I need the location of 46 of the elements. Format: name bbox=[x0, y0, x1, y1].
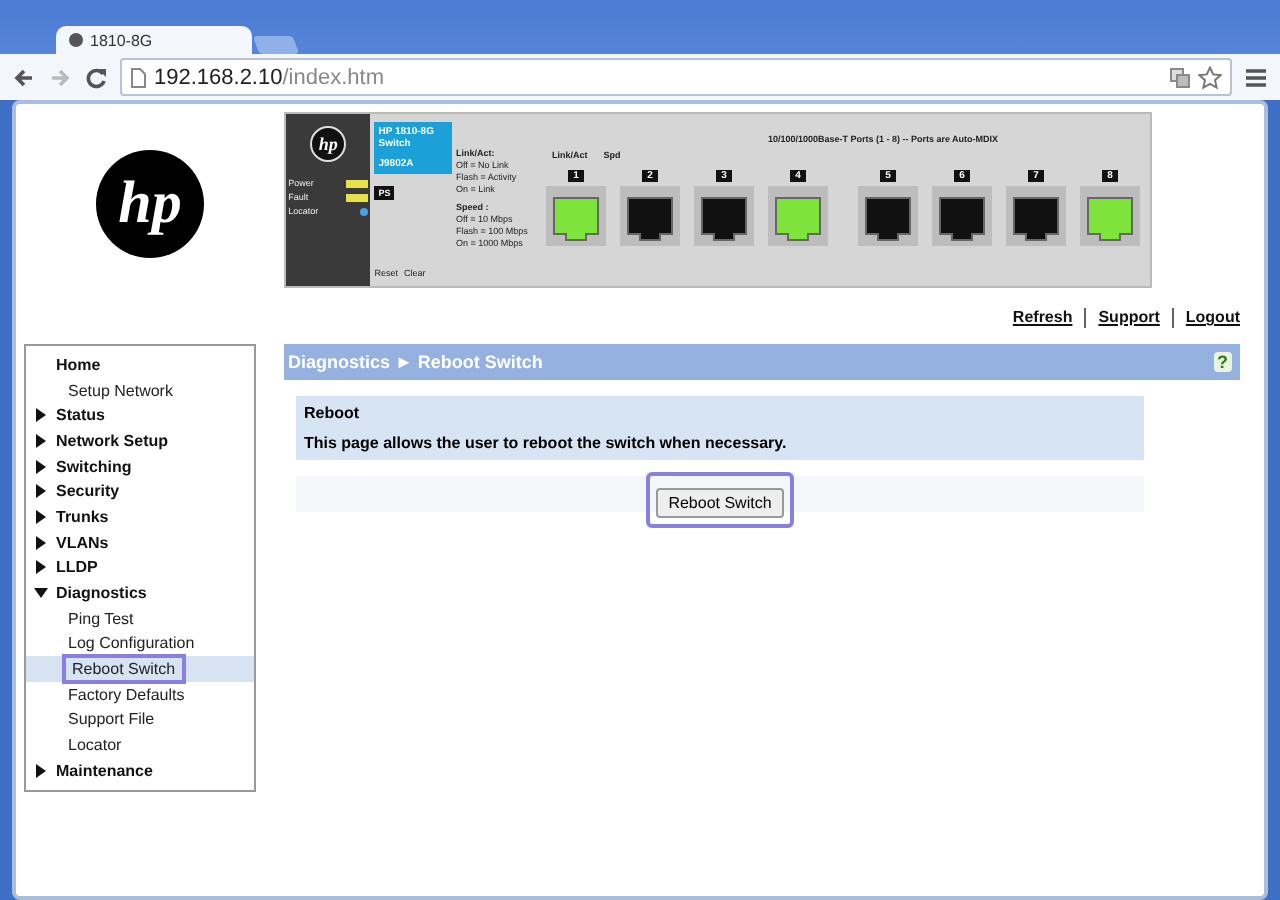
browser-tab[interactable]: 1810-8G bbox=[56, 26, 252, 54]
menu-item[interactable]: Ping Test bbox=[26, 605, 254, 632]
collapsed-arrow-icon[interactable] bbox=[34, 560, 48, 575]
menu-section[interactable]: Maintenance bbox=[56, 761, 153, 780]
back-icon[interactable] bbox=[12, 65, 36, 89]
collapsed-arrow-icon[interactable] bbox=[34, 433, 48, 448]
breadcrumb: Diagnostics ► Reboot Switch bbox=[288, 352, 543, 372]
menu-item[interactable]: Setup Network bbox=[26, 377, 254, 403]
menu-section[interactable]: Switching bbox=[56, 457, 132, 476]
menu-section[interactable]: LLDP bbox=[56, 558, 98, 577]
help-icon[interactable]: ? bbox=[1213, 352, 1232, 372]
hp-logo: hp bbox=[96, 150, 204, 258]
menu-section[interactable]: Diagnostics bbox=[56, 584, 147, 603]
menu-section[interactable]: Status bbox=[56, 406, 105, 425]
menu-item[interactable]: Locator bbox=[26, 732, 254, 758]
translate-icon[interactable] bbox=[1170, 67, 1190, 87]
url-host: 192.168.2.10 bbox=[154, 65, 283, 89]
menu-section[interactable]: Home bbox=[56, 355, 101, 374]
reboot-button[interactable]: Reboot Switch bbox=[656, 488, 784, 518]
menu-item[interactable]: Support File bbox=[26, 707, 254, 733]
address-bar[interactable]: 192.168.2.10/index.htm bbox=[120, 58, 1232, 96]
menu-section[interactable]: Network Setup bbox=[56, 431, 169, 450]
menu-section[interactable]: VLANs bbox=[56, 533, 109, 552]
collapsed-arrow-icon[interactable] bbox=[34, 509, 48, 524]
url-path: /index.htm bbox=[282, 65, 384, 89]
star-icon[interactable] bbox=[1198, 65, 1222, 89]
menu-section[interactable]: Security bbox=[56, 482, 120, 501]
tab-title: 1810-8G bbox=[90, 31, 153, 49]
collapsed-arrow-icon[interactable] bbox=[34, 408, 48, 423]
hp-logo: hp bbox=[310, 126, 347, 162]
reload-icon[interactable] bbox=[84, 65, 108, 89]
top-link[interactable]: Support bbox=[1098, 308, 1160, 332]
top-link[interactable]: Logout bbox=[1185, 308, 1240, 332]
panel-text: This page allows the user to reboot the switch when necessary. bbox=[304, 434, 789, 452]
menu-item[interactable]: Reboot Switch bbox=[68, 660, 180, 679]
expanded-arrow-icon[interactable] bbox=[34, 586, 48, 601]
menu-item[interactable]: Log Configuration bbox=[26, 631, 254, 657]
menu-icon[interactable] bbox=[1244, 65, 1268, 89]
collapsed-arrow-icon[interactable] bbox=[34, 535, 48, 550]
panel-title: Reboot bbox=[304, 404, 362, 422]
collapsed-arrow-icon[interactable] bbox=[34, 484, 48, 499]
collapsed-arrow-icon[interactable] bbox=[34, 459, 48, 474]
menu-item[interactable]: Factory Defaults bbox=[26, 681, 254, 708]
collapsed-arrow-icon[interactable] bbox=[34, 763, 48, 778]
menu-section[interactable]: Trunks bbox=[56, 507, 109, 526]
top-link[interactable]: Refresh bbox=[1012, 308, 1073, 332]
